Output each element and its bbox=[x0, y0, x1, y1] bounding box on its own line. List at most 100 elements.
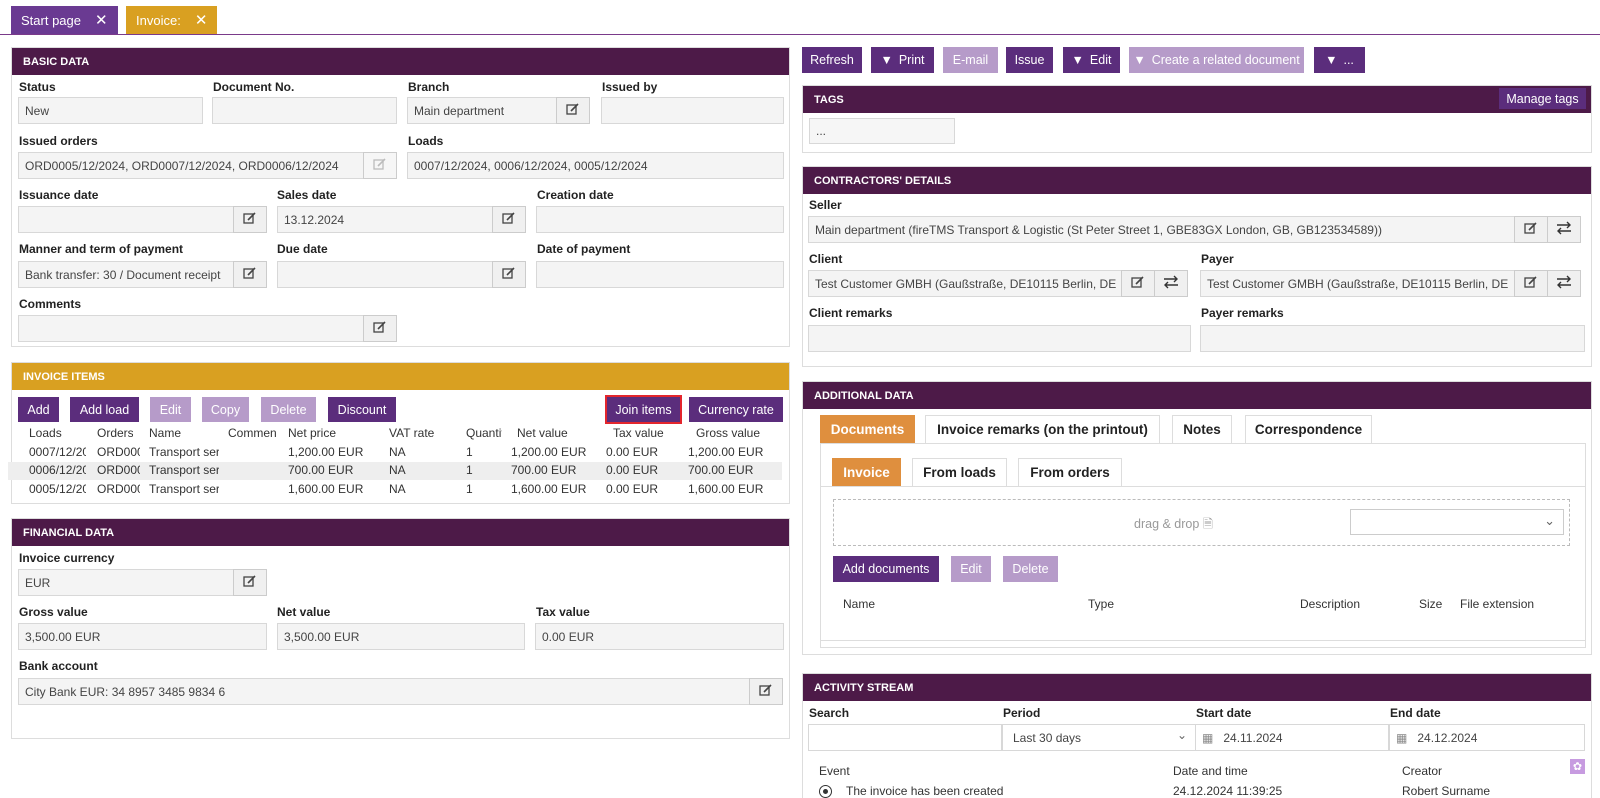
tab-correspondence[interactable]: Correspondence bbox=[1245, 415, 1372, 444]
comments-label: Comments bbox=[19, 297, 82, 311]
edit-icon bbox=[243, 211, 257, 228]
edit-icon bbox=[373, 320, 387, 337]
due-date-field[interactable] bbox=[277, 261, 493, 288]
due-date-edit-button[interactable] bbox=[492, 261, 526, 288]
edit-document-button[interactable]: Edit bbox=[951, 556, 991, 582]
issuance-date-edit-button[interactable] bbox=[233, 206, 267, 233]
column-header[interactable]: Orders bbox=[97, 426, 133, 440]
tab-invoice[interactable]: Invoice: ✕ bbox=[126, 6, 218, 34]
end-date-input[interactable]: ▦ 24.12.2024 bbox=[1389, 724, 1585, 751]
add-item-button[interactable]: Add bbox=[18, 397, 59, 422]
chevron-down-icon: ▼ bbox=[1071, 53, 1084, 67]
currency-edit-button[interactable] bbox=[233, 569, 267, 596]
settings-icon[interactable]: ✿ bbox=[1570, 759, 1585, 774]
period-select[interactable]: Last 30 days ⌄ bbox=[1002, 724, 1196, 751]
payer-swap-button[interactable] bbox=[1547, 270, 1581, 297]
sales-date-field[interactable]: 13.12.2024 bbox=[277, 206, 493, 233]
column-header[interactable]: Quantity bbox=[466, 426, 502, 440]
currency-rate-button[interactable]: Currency rate bbox=[689, 397, 783, 422]
tab-notes[interactable]: Notes bbox=[1172, 415, 1232, 444]
cell-net-price: 1,600.00 EUR bbox=[288, 482, 364, 496]
tab-start-page[interactable]: Start page ✕ bbox=[11, 6, 118, 34]
branch-field: Main department bbox=[407, 97, 557, 124]
event-radio-icon[interactable] bbox=[819, 785, 832, 798]
issue-button[interactable]: Issue bbox=[1006, 47, 1053, 73]
due-date-label: Due date bbox=[277, 242, 328, 256]
refresh-button[interactable]: Refresh bbox=[802, 47, 862, 73]
close-icon[interactable]: ✕ bbox=[95, 11, 108, 29]
edit-button[interactable]: ▼ Edit bbox=[1063, 47, 1120, 73]
comments-edit-button[interactable] bbox=[363, 315, 397, 342]
event-date: 24.12.2024 11:39:25 bbox=[1173, 784, 1283, 798]
cell-load: 0005/12/2024 bbox=[29, 482, 86, 496]
column-header: Event bbox=[819, 764, 850, 778]
seller-swap-button[interactable] bbox=[1547, 216, 1581, 243]
file-icon: 🗎 bbox=[1202, 517, 1213, 531]
add-documents-button[interactable]: Add documents bbox=[833, 556, 939, 582]
payment-label: Manner and term of payment bbox=[19, 242, 184, 256]
search-input[interactable] bbox=[808, 724, 1002, 751]
issued-orders-edit-button[interactable] bbox=[363, 152, 397, 179]
tab-start-page-label: Start page bbox=[21, 12, 81, 28]
edit-item-button[interactable]: Edit bbox=[150, 397, 191, 422]
column-header[interactable]: VAT rate bbox=[389, 426, 447, 440]
invoice-currency-label: Invoice currency bbox=[19, 551, 115, 565]
discount-button[interactable]: Discount bbox=[328, 397, 396, 422]
column-header[interactable]: Name bbox=[149, 426, 201, 440]
edit-icon bbox=[1524, 275, 1538, 292]
chevron-down-icon: ⌄ bbox=[1176, 728, 1187, 742]
column-header[interactable]: File extension bbox=[1460, 597, 1534, 611]
payment-edit-button[interactable] bbox=[233, 261, 267, 288]
basic-data-panel: BASIC DATA bbox=[11, 47, 790, 347]
column-header[interactable]: Net value bbox=[517, 426, 587, 440]
more-button[interactable]: ▼... bbox=[1314, 47, 1365, 73]
tags-input[interactable]: ... bbox=[809, 118, 955, 144]
cell-quantity: 1 bbox=[466, 482, 473, 496]
payer-edit-button[interactable] bbox=[1514, 270, 1548, 297]
client-swap-button[interactable] bbox=[1154, 270, 1188, 297]
column-header[interactable]: Type bbox=[1088, 597, 1114, 611]
branch-label: Branch bbox=[408, 80, 450, 94]
tax-value-label: Tax value bbox=[536, 605, 590, 619]
subtab-invoice[interactable]: Invoice bbox=[832, 458, 901, 487]
cell-vat-rate: NA bbox=[389, 463, 406, 477]
invoice-items-header: INVOICE ITEMS bbox=[12, 363, 789, 390]
column-header[interactable]: Loads bbox=[29, 426, 62, 440]
seller-edit-button[interactable] bbox=[1514, 216, 1548, 243]
sales-date-edit-button[interactable] bbox=[492, 206, 526, 233]
client-field: Test Customer GMBH (Gaußstraße, DE10115 … bbox=[808, 270, 1122, 297]
close-icon[interactable]: ✕ bbox=[195, 11, 208, 29]
financial-data-header: FINANCIAL DATA bbox=[12, 519, 789, 546]
column-header[interactable]: Net price bbox=[288, 426, 373, 440]
issuance-date-field[interactable] bbox=[18, 206, 234, 233]
email-button[interactable]: E-mail bbox=[943, 47, 998, 73]
manage-tags-button[interactable]: Manage tags bbox=[1499, 88, 1586, 109]
column-header[interactable]: Comments bbox=[228, 426, 276, 440]
tab-invoice-remarks[interactable]: Invoice remarks (on the printout) bbox=[925, 415, 1160, 444]
client-edit-button[interactable] bbox=[1121, 270, 1155, 297]
net-value-label: Net value bbox=[277, 605, 331, 619]
join-items-button[interactable]: Join items bbox=[605, 395, 682, 424]
create-related-document-button[interactable]: ▼ Create a related document bbox=[1129, 47, 1304, 73]
copy-item-button[interactable]: Copy bbox=[202, 397, 249, 422]
bank-account-edit-button[interactable] bbox=[749, 678, 783, 705]
document-type-select[interactable]: ⌄ bbox=[1350, 509, 1564, 535]
print-button[interactable]: ▼ Print bbox=[871, 47, 934, 73]
column-header[interactable]: Tax value bbox=[613, 426, 678, 440]
subtab-from-orders[interactable]: From orders bbox=[1018, 458, 1122, 487]
delete-document-button[interactable]: Delete bbox=[1003, 556, 1058, 582]
delete-item-button[interactable]: Delete bbox=[261, 397, 316, 422]
column-header[interactable]: Size bbox=[1419, 597, 1442, 611]
add-load-button[interactable]: Add load bbox=[70, 397, 139, 422]
subtab-from-loads[interactable]: From loads bbox=[912, 458, 1007, 487]
bank-account-label: Bank account bbox=[19, 659, 98, 673]
column-header[interactable]: Gross value bbox=[696, 426, 776, 440]
tab-documents[interactable]: Documents bbox=[820, 415, 915, 444]
column-header[interactable]: Name bbox=[843, 597, 875, 611]
start-date-input[interactable]: ▦ 24.11.2024 bbox=[1195, 724, 1389, 751]
branch-edit-button[interactable] bbox=[556, 97, 590, 124]
cell-name: Transport service bbox=[149, 445, 219, 459]
column-header[interactable]: Description bbox=[1300, 597, 1360, 611]
edit-icon bbox=[566, 102, 580, 119]
calendar-icon: ▦ bbox=[1396, 730, 1408, 745]
